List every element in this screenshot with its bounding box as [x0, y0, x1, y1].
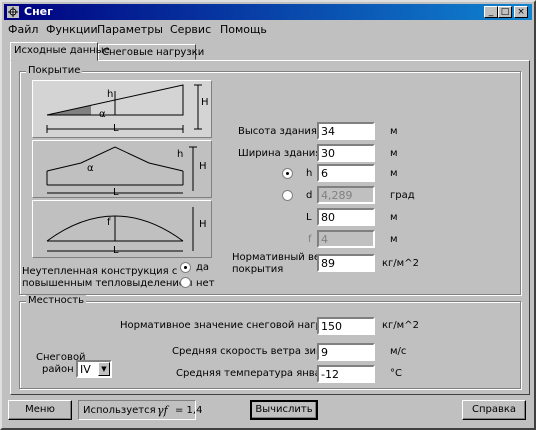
d-unit: град: [390, 190, 415, 201]
menu-parameters[interactable]: Параметры: [97, 23, 163, 36]
menu-service[interactable]: Сервис: [170, 23, 211, 36]
maximize-button[interactable]: □: [498, 6, 512, 18]
tab-input-data[interactable]: Исходные данные: [10, 42, 110, 61]
calculate-button[interactable]: Вычислить: [250, 400, 318, 420]
gable-drawing: [46, 146, 197, 194]
wind-input[interactable]: [317, 343, 375, 361]
menu-button[interactable]: Меню: [8, 400, 72, 420]
diagram-single-slope[interactable]: h H α L: [32, 80, 212, 138]
arch-drawing: [46, 207, 194, 252]
radio-no-label[interactable]: нет: [196, 278, 215, 289]
close-button[interactable]: ×: [514, 6, 528, 18]
status-gamma: γf: [157, 404, 168, 417]
chevron-down-icon[interactable]: ▼: [98, 362, 110, 376]
minimize-button[interactable]: _: [484, 6, 498, 18]
diag1-alpha-label: α: [99, 109, 106, 120]
diag3-L-label: L: [113, 245, 119, 256]
diag2-L-label: L: [113, 187, 119, 198]
wind-label: Средняя скорость ветра зимой: [172, 346, 337, 357]
app-icon: [7, 6, 19, 18]
f-input: [317, 230, 375, 248]
height-input[interactable]: [317, 122, 375, 140]
menu-file[interactable]: Файл: [8, 23, 38, 36]
status-panel: Используется γf = 1,4: [78, 400, 202, 420]
unheated-label-line2: повышенным тепловыделением: [22, 278, 193, 289]
group-terrain: Местность Нормативное значение снеговой …: [19, 295, 521, 389]
diag1-h-label: h: [107, 89, 114, 100]
norm-weight-unit: кг/м^2: [382, 258, 419, 269]
menu-functions[interactable]: Функции: [46, 23, 98, 36]
title-bar[interactable]: Снег _ □ ×: [4, 4, 532, 20]
snow-norm-input[interactable]: [317, 317, 375, 335]
L-unit: м: [390, 212, 398, 223]
height-label: Высота здания: [238, 126, 317, 137]
window-title: Снег: [24, 5, 53, 18]
tab-snow-loads[interactable]: Снеговые нагрузки: [98, 44, 204, 60]
region-select[interactable]: IV ▼: [76, 360, 112, 378]
radio-yes-label[interactable]: да: [196, 262, 209, 273]
diag2-h-label: h: [177, 149, 184, 160]
f-unit: м: [390, 234, 398, 245]
snow-norm-unit: кг/м^2: [382, 320, 419, 331]
group-roof: Покрытие h H α L h H α L f H L Неутеплен…: [19, 65, 521, 295]
width-unit: м: [390, 148, 398, 159]
diag3-f-label: f: [107, 217, 111, 228]
snow-norm-label: Нормативное значение снеговой нагрузки: [120, 320, 346, 331]
unheated-label-line1: Неутепленная конструкция с: [22, 266, 178, 277]
diagram-gable[interactable]: h H α L: [32, 140, 212, 198]
diag2-alpha-label: α: [87, 163, 94, 174]
app-window: Снег _ □ × Файл Функции Параметры Сервис…: [0, 0, 536, 430]
tab-panel: Покрытие h H α L h H α L f H L Неутеплен…: [10, 60, 530, 395]
norm-weight-input[interactable]: [317, 254, 375, 272]
help-button[interactable]: Справка: [462, 400, 526, 420]
radio-no[interactable]: [180, 277, 191, 288]
f-label: f: [308, 234, 312, 245]
diag1-L-label: L: [113, 123, 119, 134]
h-input[interactable]: [317, 164, 375, 182]
diag1-H-label: H: [201, 97, 209, 108]
wind-unit: м/с: [390, 346, 407, 357]
width-input[interactable]: [317, 144, 375, 162]
radio-h[interactable]: [282, 168, 293, 179]
d-label: d: [306, 190, 313, 201]
single-slope-drawing: [46, 84, 202, 133]
temp-label: Средняя температура января: [176, 368, 334, 379]
width-label: Ширина здания: [238, 148, 322, 159]
group-roof-label: Покрытие: [26, 65, 83, 76]
region-value: IV: [80, 363, 91, 376]
temp-input[interactable]: [317, 365, 375, 383]
radio-d[interactable]: [282, 190, 293, 201]
height-unit: м: [390, 126, 398, 137]
d-input: [317, 186, 375, 204]
L-label: L: [306, 212, 312, 223]
h-unit: м: [390, 168, 398, 179]
diag2-H-label: H: [199, 161, 207, 172]
norm-weight-label-line1: Нормативный вес: [232, 252, 326, 263]
diagram-arch[interactable]: f H L: [32, 200, 212, 258]
region-label-line2: район: [42, 364, 74, 375]
group-terrain-label: Местность: [26, 295, 86, 306]
diag3-H-label: H: [199, 219, 207, 230]
temp-unit: °С: [390, 368, 402, 379]
menu-help[interactable]: Помощь: [220, 23, 267, 36]
status-prefix: Используется: [83, 405, 156, 416]
status-value: = 1,4: [175, 405, 203, 416]
L-input[interactable]: [317, 208, 375, 226]
h-label: h: [306, 168, 313, 179]
norm-weight-label-line2: покрытия: [232, 264, 284, 275]
radio-yes[interactable]: [180, 262, 191, 273]
